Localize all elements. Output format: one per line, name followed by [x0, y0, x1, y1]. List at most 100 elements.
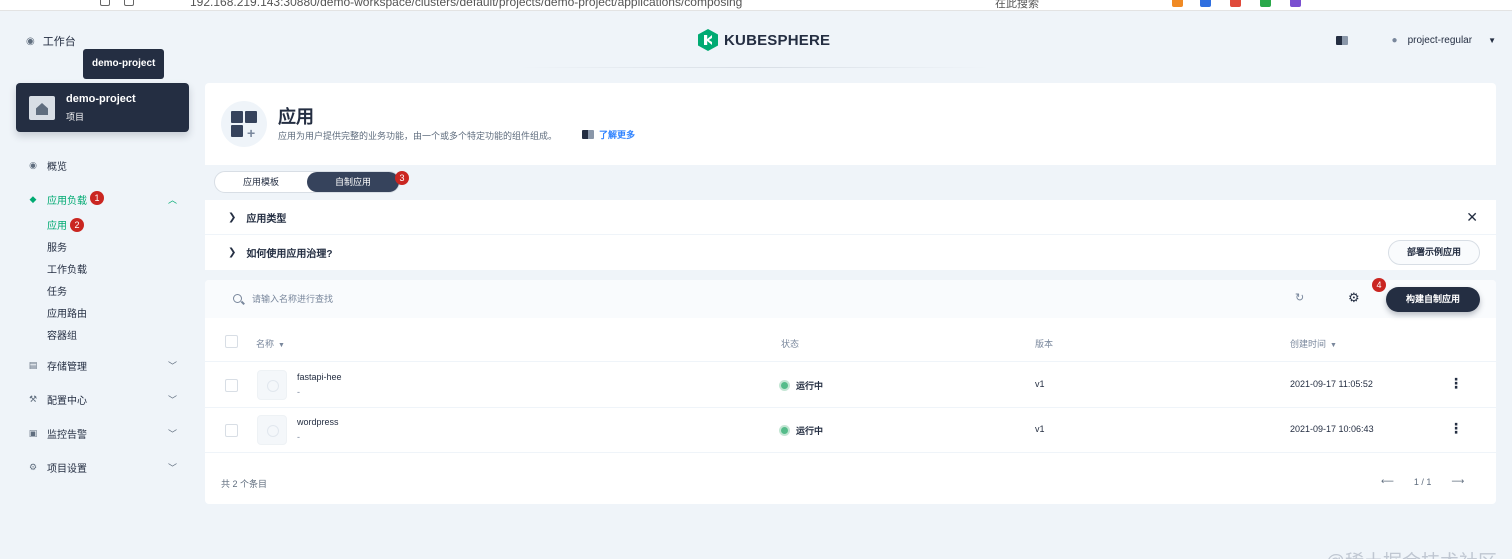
- sort-down-icon: ▼: [278, 342, 285, 349]
- next-page-icon[interactable]: ⟶: [1451, 476, 1464, 487]
- sidebar: ◉ 概览 ◆ 应用负载 1 ︿ 应用 2 服务 工作负载 任务 应用路由 容器组 …: [16, 148, 189, 484]
- workbench-link[interactable]: ◉ 工作台: [26, 33, 76, 49]
- top-header: ◉ 工作台 KUBESPHERE ● project-regular ▼: [0, 11, 1512, 71]
- workbench-icon: ◉: [26, 35, 35, 47]
- close-icon[interactable]: ✕: [1466, 209, 1478, 226]
- page-banner: + 应用 应用为用户提供完整的业务功能，由一个或多个特定功能的组件组成。 了解更…: [205, 83, 1496, 165]
- chevron-down-icon[interactable]: ﹀: [168, 461, 177, 474]
- sidebar-item-settings[interactable]: ⚙ 项目设置 ﹀: [16, 450, 189, 484]
- search-input[interactable]: [252, 290, 1152, 308]
- sidebar-item-label: 应用: [47, 221, 67, 232]
- sidebar-item-storage[interactable]: ▤ 存储管理 ﹀: [16, 348, 189, 382]
- step-badge: 3: [395, 171, 409, 185]
- sidebar-item-overview[interactable]: ◉ 概览: [16, 148, 189, 182]
- hammer-icon: ⚒: [28, 393, 38, 404]
- logo-icon: [698, 29, 718, 51]
- watermark: @稀土掘金技术社区: [1326, 547, 1497, 559]
- column-version: 版本: [1035, 339, 1054, 349]
- total-count: 共 2 个条目: [221, 479, 268, 489]
- search-icon: [233, 294, 242, 303]
- sidebar-item-label: 监控告警: [47, 429, 87, 441]
- step-badge: 1: [90, 191, 104, 205]
- tab-icon[interactable]: [124, 0, 134, 6]
- app-name[interactable]: wordpress: [297, 417, 339, 427]
- sidebar-subitem-jobs[interactable]: 任务: [16, 282, 189, 304]
- user-icon: ●: [1391, 35, 1398, 46]
- sidebar-subitem-workloads[interactable]: 工作负载: [16, 260, 189, 282]
- extension-icon[interactable]: [1172, 0, 1183, 7]
- gear-icon: ⚙: [28, 461, 38, 472]
- settings-gear-icon[interactable]: ⚙: [1348, 290, 1360, 306]
- chevron-right-icon: ❯: [228, 247, 237, 258]
- extension-icon[interactable]: [1290, 0, 1301, 7]
- learn-more-link[interactable]: 了解更多: [582, 128, 635, 141]
- extension-icon[interactable]: [1200, 0, 1211, 7]
- chevron-down-icon[interactable]: ﹀: [168, 359, 177, 372]
- sidebar-item-monitoring[interactable]: ▣ 监控告警 ﹀: [16, 416, 189, 450]
- browser-bar: 192.168.219.143:30880/demo-workspace/clu…: [0, 0, 1512, 11]
- prev-page-icon[interactable]: ⟵: [1381, 476, 1394, 487]
- caret-down-icon[interactable]: ▼: [1488, 36, 1496, 45]
- select-all-checkbox[interactable]: [225, 335, 238, 348]
- workbench-label: 工作台: [42, 36, 76, 48]
- app-description: -: [297, 432, 300, 442]
- deploy-sample-button[interactable]: 部署示例应用: [1387, 240, 1480, 265]
- info-app-types: ❯ 应用类型 ✕: [205, 200, 1496, 235]
- chevron-down-icon[interactable]: ﹀: [168, 427, 177, 440]
- apps-icon: +: [221, 101, 267, 147]
- info-how-to: ❯ 如何使用应用治理? 部署示例应用: [205, 235, 1496, 270]
- status-dot-icon: [781, 427, 788, 435]
- app-types-label: 应用类型: [246, 214, 287, 225]
- app-name[interactable]: fastapi-hee: [297, 372, 342, 382]
- sidebar-item-workloads[interactable]: ◆ 应用负载 1 ︿: [16, 182, 189, 216]
- table-row[interactable]: fastapi-hee - 运行中 v1 2021-09-17 11:05:52…: [205, 363, 1496, 408]
- sidebar-item-label: 应用负载: [47, 195, 87, 207]
- chevron-right-icon: ❯: [228, 212, 237, 223]
- overview-icon: ◉: [29, 159, 37, 170]
- app-icon: [257, 415, 287, 445]
- chevron-up-icon[interactable]: ︿: [168, 193, 177, 206]
- status-dot-icon: [781, 382, 788, 390]
- browser-search[interactable]: 在此搜索: [995, 0, 1039, 10]
- step-badge: 4: [1372, 278, 1386, 292]
- row-checkbox[interactable]: [225, 379, 238, 392]
- extension-icon[interactable]: [1260, 0, 1271, 7]
- column-created[interactable]: 创建时间 ▼: [1290, 337, 1337, 350]
- sidebar-item-label: 概览: [47, 161, 67, 173]
- extension-icon[interactable]: [1230, 0, 1241, 7]
- page-description: 应用为用户提供完整的业务功能，由一个或多个特定功能的组件组成。: [278, 131, 558, 141]
- app-types-row[interactable]: ❯ 应用类型 ✕: [205, 200, 1496, 235]
- app-description: -: [297, 387, 300, 397]
- sidebar-item-config[interactable]: ⚒ 配置中心 ﹀: [16, 382, 189, 416]
- pagination: ⟵ 1 / 1 ⟶: [1381, 476, 1464, 487]
- table-row[interactable]: wordpress - 运行中 v1 2021-09-17 10:06:43 ⋮: [205, 408, 1496, 453]
- tab-composed-apps[interactable]: 自制应用: [307, 172, 399, 192]
- sidebar-subitem-apps[interactable]: 应用 2: [16, 216, 189, 238]
- docs-icon[interactable]: [1335, 36, 1348, 45]
- home-icon[interactable]: [100, 0, 110, 6]
- column-status: 状态: [781, 339, 800, 349]
- sidebar-item-label: 项目设置: [47, 463, 87, 475]
- row-checkbox[interactable]: [225, 424, 238, 437]
- chevron-down-icon[interactable]: ﹀: [168, 393, 177, 406]
- how-to-row[interactable]: ❯ 如何使用应用治理? 部署示例应用: [205, 235, 1496, 270]
- sidebar-subitem-routes[interactable]: 应用路由: [16, 304, 189, 326]
- column-name[interactable]: 名称 ▼: [256, 337, 285, 350]
- status-cell: 运行中: [781, 424, 823, 437]
- project-selector[interactable]: demo-project 项目: [16, 83, 189, 132]
- address-bar[interactable]: 192.168.219.143:30880/demo-workspace/clu…: [190, 0, 742, 9]
- created-cell: 2021-09-17 10:06:43: [1290, 424, 1374, 434]
- kubesphere-logo[interactable]: KUBESPHERE: [698, 29, 830, 51]
- table-header: 名称 ▼ 状态 版本 创建时间 ▼: [205, 327, 1496, 362]
- more-actions-icon[interactable]: ⋮: [1449, 421, 1463, 435]
- app-list-panel: ↻ ⚙ 4 构建自制应用 名称▼ 状态 版本 创建时间▼ fastapi-hee…: [205, 278, 1496, 504]
- sidebar-subitem-pods[interactable]: 容器组: [16, 326, 189, 348]
- user-name[interactable]: project-regular: [1408, 35, 1472, 46]
- sidebar-subitem-services[interactable]: 服务: [16, 238, 189, 260]
- sidebar-item-label: 存储管理: [47, 361, 87, 373]
- refresh-icon[interactable]: ↻: [1295, 291, 1304, 304]
- tab-app-templates[interactable]: 应用模板: [215, 172, 307, 192]
- more-actions-icon[interactable]: ⋮: [1449, 376, 1463, 390]
- create-composed-app-button[interactable]: 构建自制应用: [1386, 287, 1480, 312]
- list-toolbar: ↻ ⚙ 4 构建自制应用: [205, 278, 1496, 318]
